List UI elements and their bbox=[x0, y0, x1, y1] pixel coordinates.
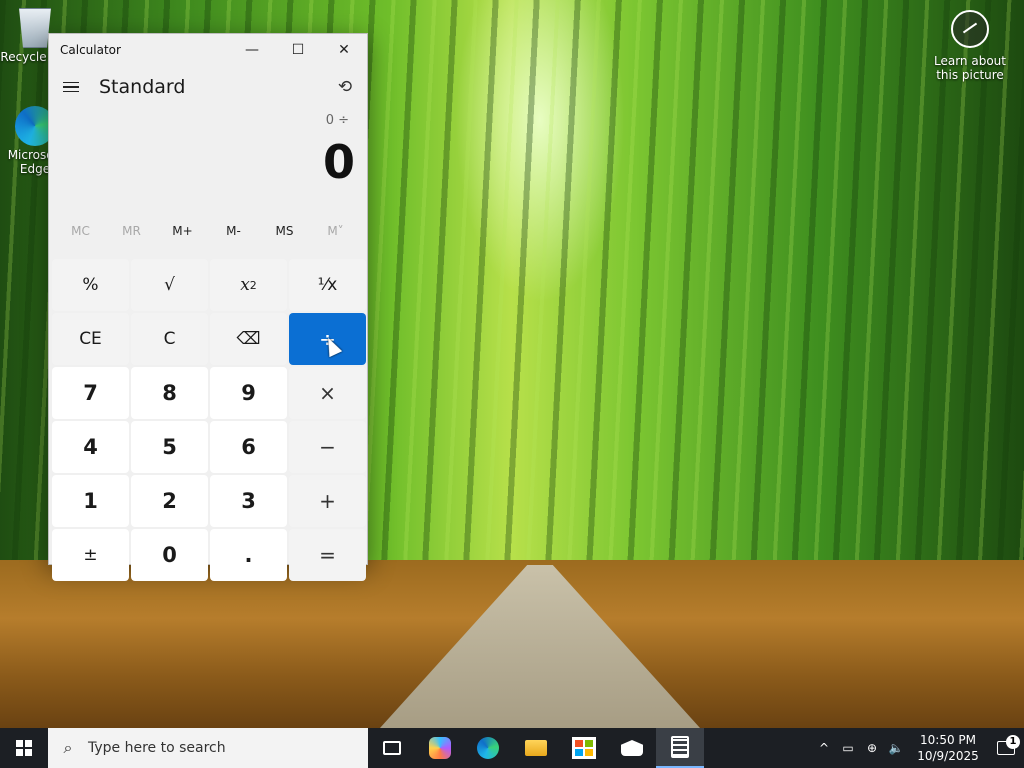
clock[interactable]: 10:50 PM 10/9/2025 bbox=[908, 732, 988, 764]
store-button[interactable] bbox=[560, 728, 608, 768]
store-icon bbox=[572, 737, 596, 759]
negate-button[interactable]: ± bbox=[52, 529, 129, 581]
window-title: Calculator bbox=[60, 43, 121, 57]
expression-display: 0 ÷ bbox=[325, 113, 349, 128]
digit-9-button[interactable]: 9 bbox=[210, 367, 287, 419]
plus-button[interactable]: + bbox=[289, 475, 366, 527]
learn-about-picture[interactable]: Learn about this picture bbox=[930, 10, 1010, 82]
copilot-icon bbox=[429, 737, 451, 759]
digit-7-button[interactable]: 7 bbox=[52, 367, 129, 419]
memory-recall-button[interactable]: MR bbox=[108, 224, 156, 238]
digit-0-button[interactable]: 0 bbox=[131, 529, 208, 581]
calculator-window: Calculator — ☐ ✕ Standard ⟲ 0 ÷ 0 MC MR … bbox=[48, 33, 368, 581]
clear-entry-button[interactable]: CE bbox=[52, 313, 129, 365]
clock-time: 10:50 PM bbox=[920, 733, 976, 747]
mail-icon bbox=[621, 740, 643, 756]
close-button[interactable]: ✕ bbox=[321, 34, 367, 66]
start-button[interactable] bbox=[0, 728, 48, 768]
memory-add-button[interactable]: M+ bbox=[159, 224, 207, 238]
decimal-button[interactable]: . bbox=[210, 529, 287, 581]
history-button[interactable]: ⟲ bbox=[325, 67, 365, 107]
meet-now-icon[interactable]: ▭ bbox=[836, 741, 860, 755]
backspace-icon: ⌫ bbox=[236, 329, 261, 349]
search-icon: ⌕ bbox=[63, 738, 73, 757]
clock-date: 10/9/2025 bbox=[917, 749, 979, 763]
percent-button[interactable]: % bbox=[52, 259, 129, 311]
copilot-button[interactable] bbox=[416, 728, 464, 768]
file-explorer-button[interactable] bbox=[512, 728, 560, 768]
digit-2-button[interactable]: 2 bbox=[131, 475, 208, 527]
digit-1-button[interactable]: 1 bbox=[52, 475, 129, 527]
keypad: % √ x2 ¹⁄x CE C ⌫ ÷ 7 8 9 × 4 5 6 − 1 2 … bbox=[49, 259, 367, 584]
minus-button[interactable]: − bbox=[289, 421, 366, 473]
folder-icon bbox=[525, 740, 547, 756]
minimize-button[interactable]: — bbox=[229, 34, 275, 66]
memory-list-button[interactable]: M˅ bbox=[312, 224, 360, 238]
digit-6-button[interactable]: 6 bbox=[210, 421, 287, 473]
notifications-button[interactable]: 1 bbox=[988, 735, 1024, 755]
equals-button[interactable]: = bbox=[289, 529, 366, 581]
taskbar: ⌕ Type here to search ^ ▭ ⊕ 🔈 10:50 PM 1… bbox=[0, 728, 1024, 768]
backspace-button[interactable]: ⌫ bbox=[210, 313, 287, 365]
taskbar-search[interactable]: ⌕ Type here to search bbox=[48, 728, 368, 768]
search-placeholder: Type here to search bbox=[88, 740, 226, 756]
memory-subtract-button[interactable]: M- bbox=[210, 224, 258, 238]
maximize-button[interactable]: ☐ bbox=[275, 34, 321, 66]
calculator-taskbar-button[interactable] bbox=[656, 728, 704, 768]
clear-button[interactable]: C bbox=[131, 313, 208, 365]
square-button[interactable]: x2 bbox=[210, 259, 287, 311]
network-icon[interactable]: ⊕ bbox=[860, 741, 884, 755]
calculator-icon bbox=[671, 736, 689, 758]
camera-icon bbox=[951, 10, 989, 48]
mode-title: Standard bbox=[99, 76, 186, 98]
volume-muted-icon[interactable]: 🔈 bbox=[884, 741, 908, 755]
title-bar[interactable]: Calculator — ☐ ✕ bbox=[49, 34, 367, 66]
digit-8-button[interactable]: 8 bbox=[131, 367, 208, 419]
task-view-icon bbox=[383, 741, 401, 755]
sqrt-button[interactable]: √ bbox=[131, 259, 208, 311]
menu-button[interactable] bbox=[51, 67, 91, 107]
notification-badge: 1 bbox=[1006, 735, 1020, 749]
show-hidden-icons-chevron-icon[interactable]: ^ bbox=[812, 741, 836, 755]
multiply-button[interactable]: × bbox=[289, 367, 366, 419]
memory-store-button[interactable]: MS bbox=[261, 224, 309, 238]
digit-3-button[interactable]: 3 bbox=[210, 475, 287, 527]
reciprocal-button[interactable]: ¹⁄x bbox=[289, 259, 366, 311]
learn-label: Learn about this picture bbox=[934, 54, 1006, 82]
memory-row: MC MR M+ M- MS M˅ bbox=[49, 207, 367, 255]
digit-5-button[interactable]: 5 bbox=[131, 421, 208, 473]
windows-logo-icon bbox=[16, 740, 32, 756]
hamburger-icon bbox=[63, 81, 79, 84]
history-icon: ⟲ bbox=[337, 77, 353, 97]
edge-icon bbox=[477, 737, 499, 759]
mail-button[interactable] bbox=[608, 728, 656, 768]
task-view-button[interactable] bbox=[368, 728, 416, 768]
memory-clear-button[interactable]: MC bbox=[57, 224, 105, 238]
digit-4-button[interactable]: 4 bbox=[52, 421, 129, 473]
edge-taskbar-button[interactable] bbox=[464, 728, 512, 768]
result-display: 0 bbox=[322, 135, 355, 189]
system-tray: ^ ▭ ⊕ 🔈 10:50 PM 10/9/2025 1 bbox=[812, 728, 1024, 768]
